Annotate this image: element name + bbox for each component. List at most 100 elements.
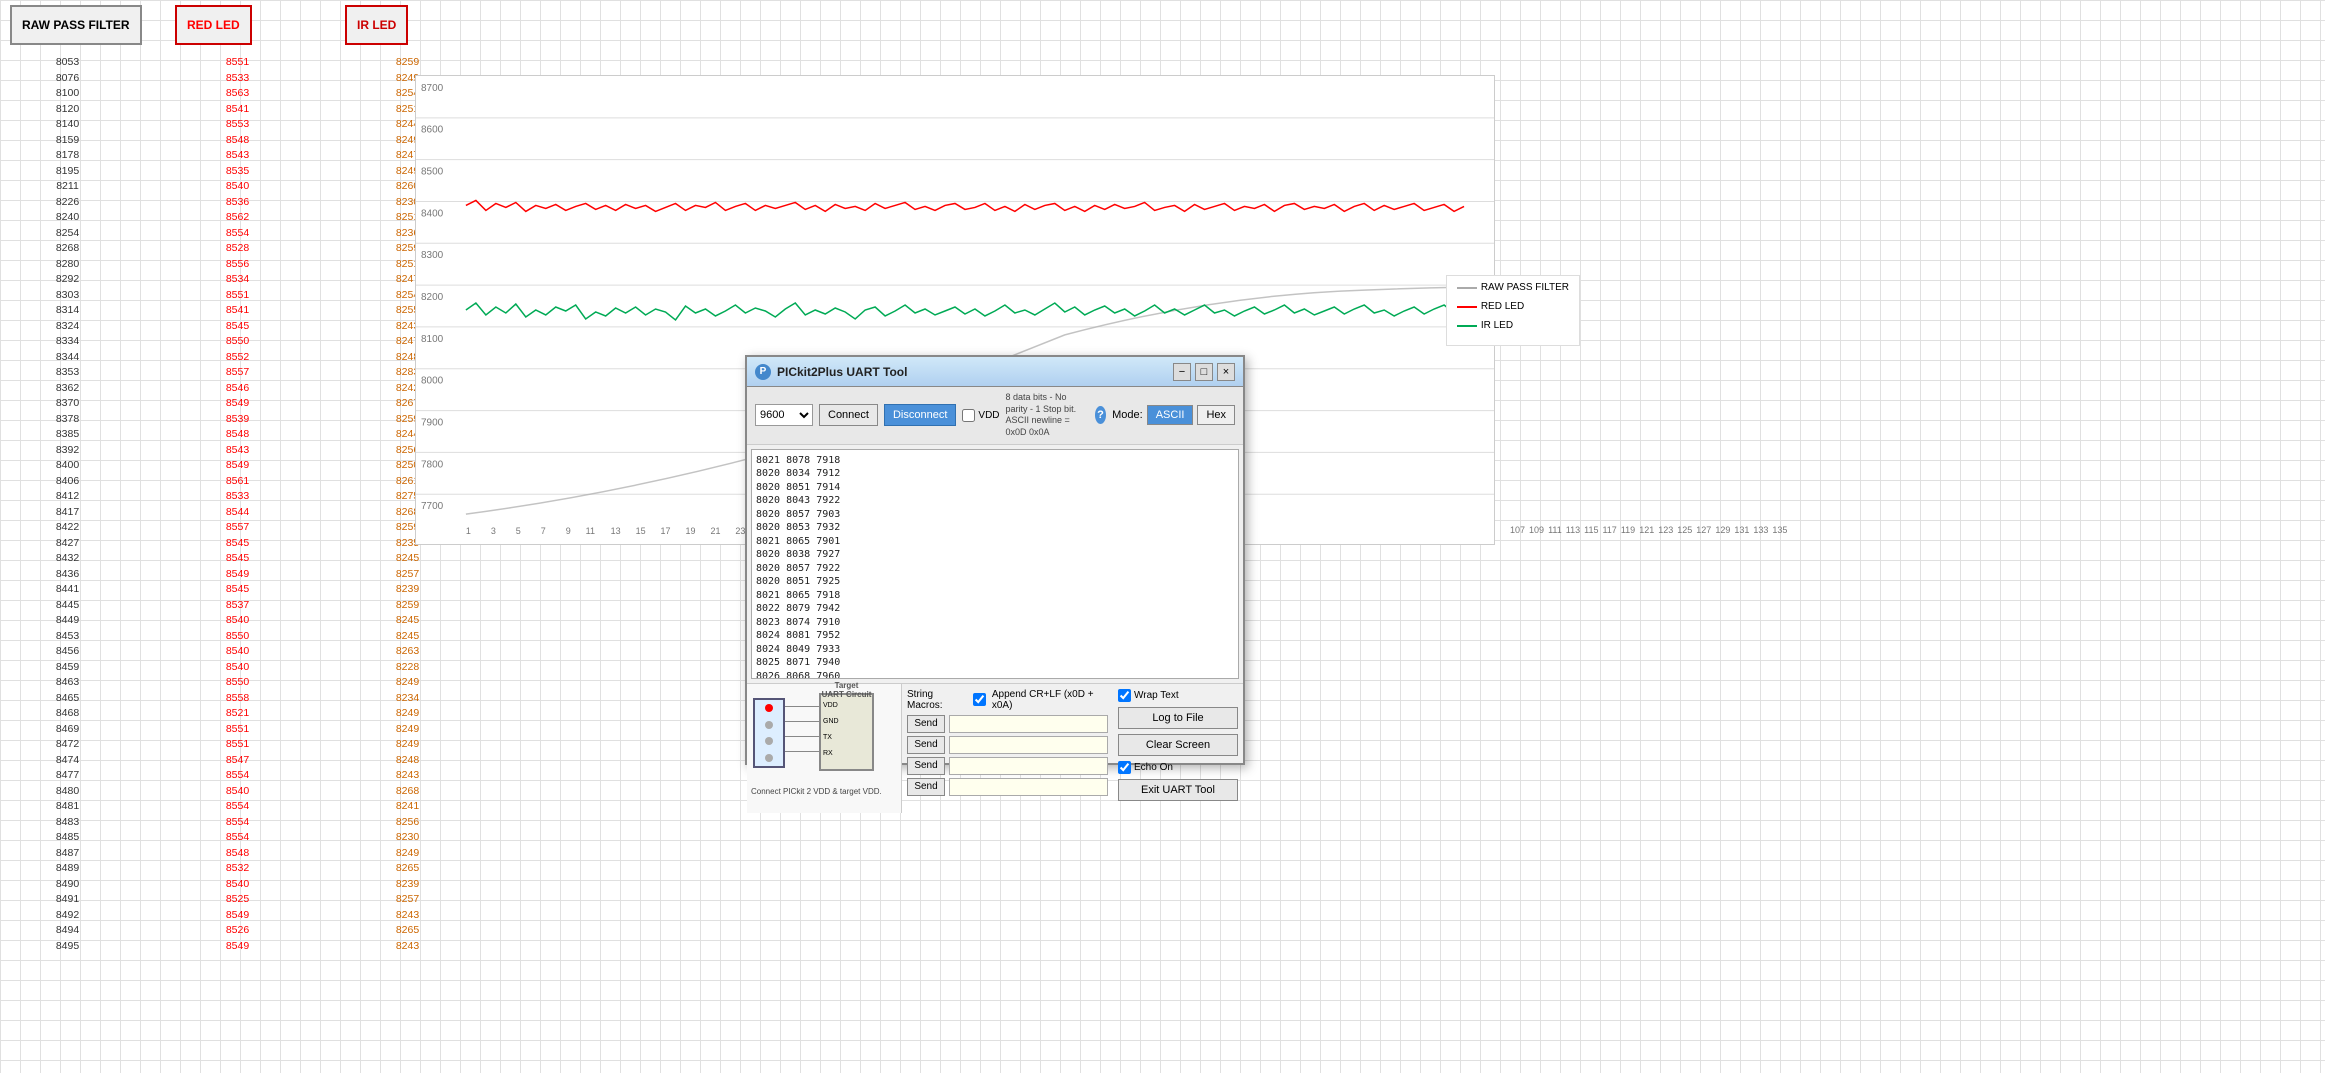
ir-data-value: 8249 — [350, 722, 465, 738]
mode-hex-button[interactable]: Hex — [1197, 405, 1235, 425]
help-button[interactable]: ? — [1095, 406, 1106, 424]
exit-uart-tool-button[interactable]: Exit UART Tool — [1118, 779, 1238, 801]
terminal-line: 8023 8074 7910 — [756, 616, 1234, 630]
macro-input-3[interactable] — [949, 757, 1108, 775]
terminal-line: 8020 8051 7925 — [756, 575, 1234, 589]
raw-data-value: 8392 — [10, 443, 125, 459]
red-data-value: 8525 — [180, 892, 295, 908]
mode-label: Mode: — [1112, 409, 1143, 421]
echo-on-checkbox[interactable] — [1118, 761, 1131, 774]
ir-data-value: 8249 — [350, 675, 465, 691]
uart-title-left: P PICkit2Plus UART Tool — [755, 364, 907, 380]
raw-data-value: 8100 — [10, 86, 125, 102]
terminal-line: 8020 8057 7903 — [756, 508, 1234, 522]
chart-legend: RAW PASS FILTER RED LED IR LED — [1446, 275, 1580, 346]
macro-input-2[interactable] — [949, 736, 1108, 754]
svg-text:5: 5 — [516, 526, 521, 536]
svg-text:17: 17 — [661, 526, 671, 536]
raw-data-value: 8489 — [10, 861, 125, 877]
raw-data-value: 8480 — [10, 784, 125, 800]
close-button[interactable]: × — [1217, 363, 1235, 381]
header-ir-label: IR LED — [345, 5, 408, 45]
svg-text:3: 3 — [491, 526, 496, 536]
macro-input-1[interactable] — [949, 715, 1108, 733]
vdd-checkbox[interactable] — [962, 409, 975, 422]
raw-data-value: 8412 — [10, 489, 125, 505]
ir-data-value: 8249 — [350, 737, 465, 753]
macro-send-2[interactable]: Send — [907, 736, 945, 754]
ir-data-value: 8241 — [350, 799, 465, 815]
red-data-value: 8536 — [180, 195, 295, 211]
svg-text:8600: 8600 — [421, 125, 444, 136]
red-data-value: 8554 — [180, 815, 295, 831]
svg-text:7700: 7700 — [421, 501, 444, 512]
svg-text:7800: 7800 — [421, 459, 444, 470]
macro-send-1[interactable]: Send — [907, 715, 945, 733]
macro-send-4[interactable]: Send — [907, 778, 945, 796]
legend-red: RED LED — [1457, 301, 1569, 312]
ir-data-value: 8257 — [350, 892, 465, 908]
raw-data-value: 8481 — [10, 799, 125, 815]
vdd-checkbox-group[interactable]: VDD — [962, 409, 999, 422]
wrap-text-group: Wrap Text — [1118, 689, 1238, 702]
ir-data-value: 8259 — [350, 55, 465, 71]
macro-row-1: Send — [907, 715, 1108, 733]
ir-data-value: 8245 — [350, 629, 465, 645]
raw-data-value: 8400 — [10, 458, 125, 474]
svg-text:8500: 8500 — [421, 167, 444, 178]
legend-red-text: RED LED — [1481, 301, 1524, 312]
macro-input-4[interactable] — [949, 778, 1108, 796]
svg-text:7: 7 — [541, 526, 546, 536]
svg-text:8300: 8300 — [421, 250, 444, 261]
macro-send-3[interactable]: Send — [907, 757, 945, 775]
connect-button[interactable]: Connect — [819, 404, 878, 426]
raw-data-value: 8314 — [10, 303, 125, 319]
red-data-value: 8540 — [180, 644, 295, 660]
ir-data-value: 8265 — [350, 861, 465, 877]
legend-red-line — [1457, 306, 1477, 308]
raw-data-value: 8485 — [10, 830, 125, 846]
raw-data-value: 8453 — [10, 629, 125, 645]
ir-data-value: 8249 — [350, 706, 465, 722]
ir-data-value: 8243 — [350, 939, 465, 955]
ir-data-value: 8256 — [350, 815, 465, 831]
raw-data-value: 8492 — [10, 908, 125, 924]
uart-icon: P — [755, 364, 771, 380]
macro-row-4: Send — [907, 778, 1108, 796]
restore-button[interactable]: □ — [1195, 363, 1213, 381]
minimize-button[interactable]: − — [1173, 363, 1191, 381]
append-crlf-checkbox[interactable] — [973, 693, 986, 706]
uart-terminal[interactable]: 8021 8078 79188020 8034 79128020 8051 79… — [751, 449, 1239, 679]
uart-macros: String Macros: Append CR+LF (x0D + x0A) … — [902, 684, 1113, 813]
raw-data-column: 8053807681008120814081598178819582118226… — [10, 55, 125, 954]
svg-text:8000: 8000 — [421, 376, 444, 387]
ir-data-value: 8263 — [350, 644, 465, 660]
disconnect-button[interactable]: Disconnect — [884, 404, 956, 426]
mode-ascii-button[interactable]: ASCII — [1147, 405, 1194, 425]
baud-rate-select[interactable]: 9600 19200 38400 57600 115200 — [755, 404, 813, 426]
uart-window-buttons[interactable]: − □ × — [1173, 363, 1235, 381]
ir-data-value: 8239 — [350, 877, 465, 893]
wrap-text-checkbox[interactable] — [1118, 689, 1131, 702]
uart-right-buttons: Wrap Text Log to File Clear Screen Echo … — [1113, 684, 1243, 813]
red-data-column: 8551853385638541855385488543853585408536… — [180, 55, 295, 954]
uart-circuit-diagram: TargetUART Circuit VDD GND TX RX Connect… — [747, 684, 902, 813]
red-data-value: 8551 — [180, 737, 295, 753]
raw-data-value: 8469 — [10, 722, 125, 738]
raw-data-value: 8120 — [10, 102, 125, 118]
raw-data-value: 8240 — [10, 210, 125, 226]
vdd-label: VDD — [978, 410, 999, 421]
red-data-value: 8549 — [180, 458, 295, 474]
log-to-file-button[interactable]: Log to File — [1118, 707, 1238, 729]
red-data-value: 8534 — [180, 272, 295, 288]
terminal-line: 8024 8049 7933 — [756, 643, 1234, 657]
raw-data-value: 8378 — [10, 412, 125, 428]
raw-data-value: 8436 — [10, 567, 125, 583]
raw-data-value: 8303 — [10, 288, 125, 304]
ir-data-value: 8257 — [350, 567, 465, 583]
ir-data-value: 8239 — [350, 582, 465, 598]
macros-label: String Macros: — [907, 689, 967, 711]
ir-data-value: 8243 — [350, 908, 465, 924]
echo-on-group: Echo On — [1118, 761, 1238, 774]
clear-screen-button[interactable]: Clear Screen — [1118, 734, 1238, 756]
